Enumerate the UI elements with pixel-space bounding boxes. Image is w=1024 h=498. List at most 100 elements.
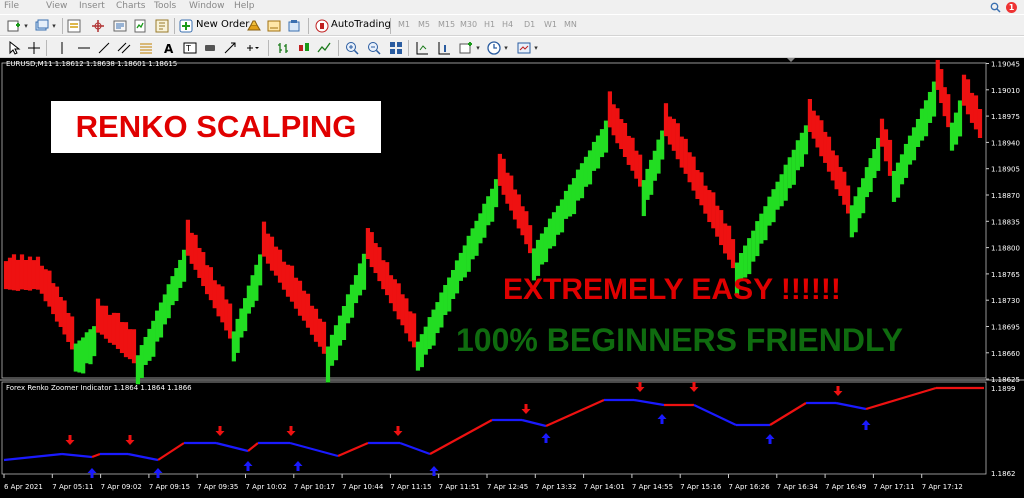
- tester-icon[interactable]: [132, 18, 148, 34]
- new-order-icon[interactable]: [178, 18, 194, 34]
- trendline-icon[interactable]: [96, 40, 112, 56]
- fibonacci-icon[interactable]: [138, 40, 154, 56]
- rectangle-icon[interactable]: [202, 40, 218, 56]
- crosshair-icon[interactable]: [26, 40, 42, 56]
- time-label: 7 Apr 10:44: [342, 483, 384, 491]
- sell-arrow-icon: [65, 435, 75, 445]
- bear-brick: [189, 232, 194, 264]
- cursor-icon[interactable]: [6, 40, 22, 56]
- menu-charts[interactable]: Charts: [116, 1, 145, 11]
- signals-icon[interactable]: [266, 18, 282, 34]
- chevron-down-icon[interactable]: ▾: [502, 40, 510, 56]
- vertical-line-icon[interactable]: [54, 40, 70, 56]
- new-chart-icon[interactable]: [6, 18, 22, 34]
- timeframe-h1[interactable]: H1: [484, 20, 495, 29]
- bull-brick: [462, 245, 467, 278]
- timeframe-w1[interactable]: W1: [544, 20, 557, 29]
- channel-icon[interactable]: [116, 40, 132, 56]
- profiles-icon[interactable]: [34, 18, 50, 34]
- tile-windows-icon[interactable]: [388, 40, 404, 56]
- timeframe-mn[interactable]: MN: [564, 20, 577, 29]
- indicators-icon[interactable]: [458, 40, 474, 56]
- horizontal-line-icon[interactable]: [76, 40, 92, 56]
- bull-brick: [579, 163, 585, 199]
- menu-insert[interactable]: Insert: [79, 1, 105, 11]
- new-order-button[interactable]: New Order: [196, 19, 249, 30]
- navigator-icon[interactable]: [90, 18, 106, 34]
- templates-icon[interactable]: [516, 40, 532, 56]
- bull-brick: [345, 294, 351, 324]
- bull-brick: [258, 254, 263, 286]
- periods-clock-icon[interactable]: [486, 40, 502, 56]
- menu-tools[interactable]: Tools: [154, 1, 176, 11]
- time-label: 7 Apr 14:55: [632, 483, 673, 491]
- gold-bars-icon[interactable]: [246, 18, 262, 34]
- text-label-icon[interactable]: T: [182, 40, 198, 56]
- search-icon[interactable]: [990, 2, 1001, 13]
- bear-brick: [719, 210, 724, 246]
- chevron-down-icon[interactable]: ▾: [50, 18, 58, 34]
- bear-brick: [51, 283, 56, 315]
- bull-brick: [349, 284, 355, 318]
- bull-brick: [771, 189, 776, 223]
- bear-brick: [227, 303, 233, 339]
- notification-badge[interactable]: 1: [1006, 2, 1017, 13]
- timeframe-d1[interactable]: D1: [524, 20, 535, 29]
- terminal-icon[interactable]: [112, 18, 128, 34]
- menu-file[interactable]: File: [4, 1, 19, 11]
- bull-brick: [799, 132, 805, 167]
- bear-brick: [626, 135, 631, 165]
- market-icon[interactable]: [286, 18, 302, 34]
- bull-brick: [927, 91, 933, 123]
- bear-brick: [723, 223, 728, 254]
- timeframe-m1[interactable]: M1: [398, 20, 410, 29]
- bull-brick: [864, 167, 869, 198]
- bear-brick: [711, 192, 716, 229]
- bull-brick: [575, 169, 581, 201]
- bear-brick: [365, 228, 371, 260]
- price-label: 1.18730: [991, 297, 1020, 305]
- toolbar-divider: [308, 18, 309, 34]
- chart-window[interactable]: 1.19045 1.19010 1.18975 1.18940 1.18905 1.188…: [0, 58, 1024, 498]
- chevron-down-icon[interactable]: ▾: [22, 18, 30, 34]
- chart-shift-icon[interactable]: [436, 40, 452, 56]
- zoom-out-icon[interactable]: [366, 40, 382, 56]
- menu-view[interactable]: View: [46, 1, 67, 11]
- meta-editor-icon[interactable]: [154, 18, 170, 34]
- indicator-up-segment: [337, 441, 369, 458]
- bear-brick: [607, 91, 612, 128]
- autoscroll-icon[interactable]: [414, 40, 430, 56]
- bull-brick: [559, 199, 565, 233]
- timeframe-m15[interactable]: M15: [438, 20, 455, 29]
- text-tool-icon[interactable]: A: [160, 40, 176, 56]
- chevron-down-icon[interactable]: ▾: [532, 40, 540, 56]
- autotrading-icon[interactable]: [314, 18, 330, 34]
- bear-brick: [715, 205, 720, 237]
- autotrading-button[interactable]: AutoTrading: [331, 19, 391, 30]
- timeframe-m30[interactable]: M30: [460, 20, 477, 29]
- more-shapes-icon[interactable]: [244, 40, 260, 56]
- indicator-down-segment: [633, 398, 665, 407]
- menu-window[interactable]: Window: [189, 1, 225, 11]
- arrow-shapes-icon[interactable]: [222, 40, 238, 56]
- bear-brick: [54, 286, 60, 322]
- bar-chart-icon[interactable]: [276, 40, 292, 56]
- bear-brick: [115, 312, 121, 349]
- chart-shift-marker[interactable]: [787, 58, 795, 62]
- timeframe-m5[interactable]: M5: [418, 20, 430, 29]
- bull-brick: [803, 125, 809, 155]
- bull-brick: [493, 179, 499, 208]
- timeframe-h4[interactable]: H4: [502, 20, 513, 29]
- time-label: 7 Apr 10:17: [294, 483, 335, 491]
- chevron-down-icon[interactable]: ▾: [474, 40, 482, 56]
- menu-help[interactable]: Help: [234, 1, 255, 11]
- market-watch-icon[interactable]: [66, 18, 82, 34]
- zoom-in-icon[interactable]: [344, 40, 360, 56]
- time-label: 7 Apr 11:51: [439, 483, 480, 491]
- candlestick-icon[interactable]: [296, 40, 312, 56]
- line-chart-icon[interactable]: [316, 40, 332, 56]
- menu-right: 1: [990, 0, 1020, 14]
- price-label: 1.19045: [991, 61, 1020, 69]
- bear-brick: [285, 264, 291, 297]
- bear-brick: [726, 225, 732, 260]
